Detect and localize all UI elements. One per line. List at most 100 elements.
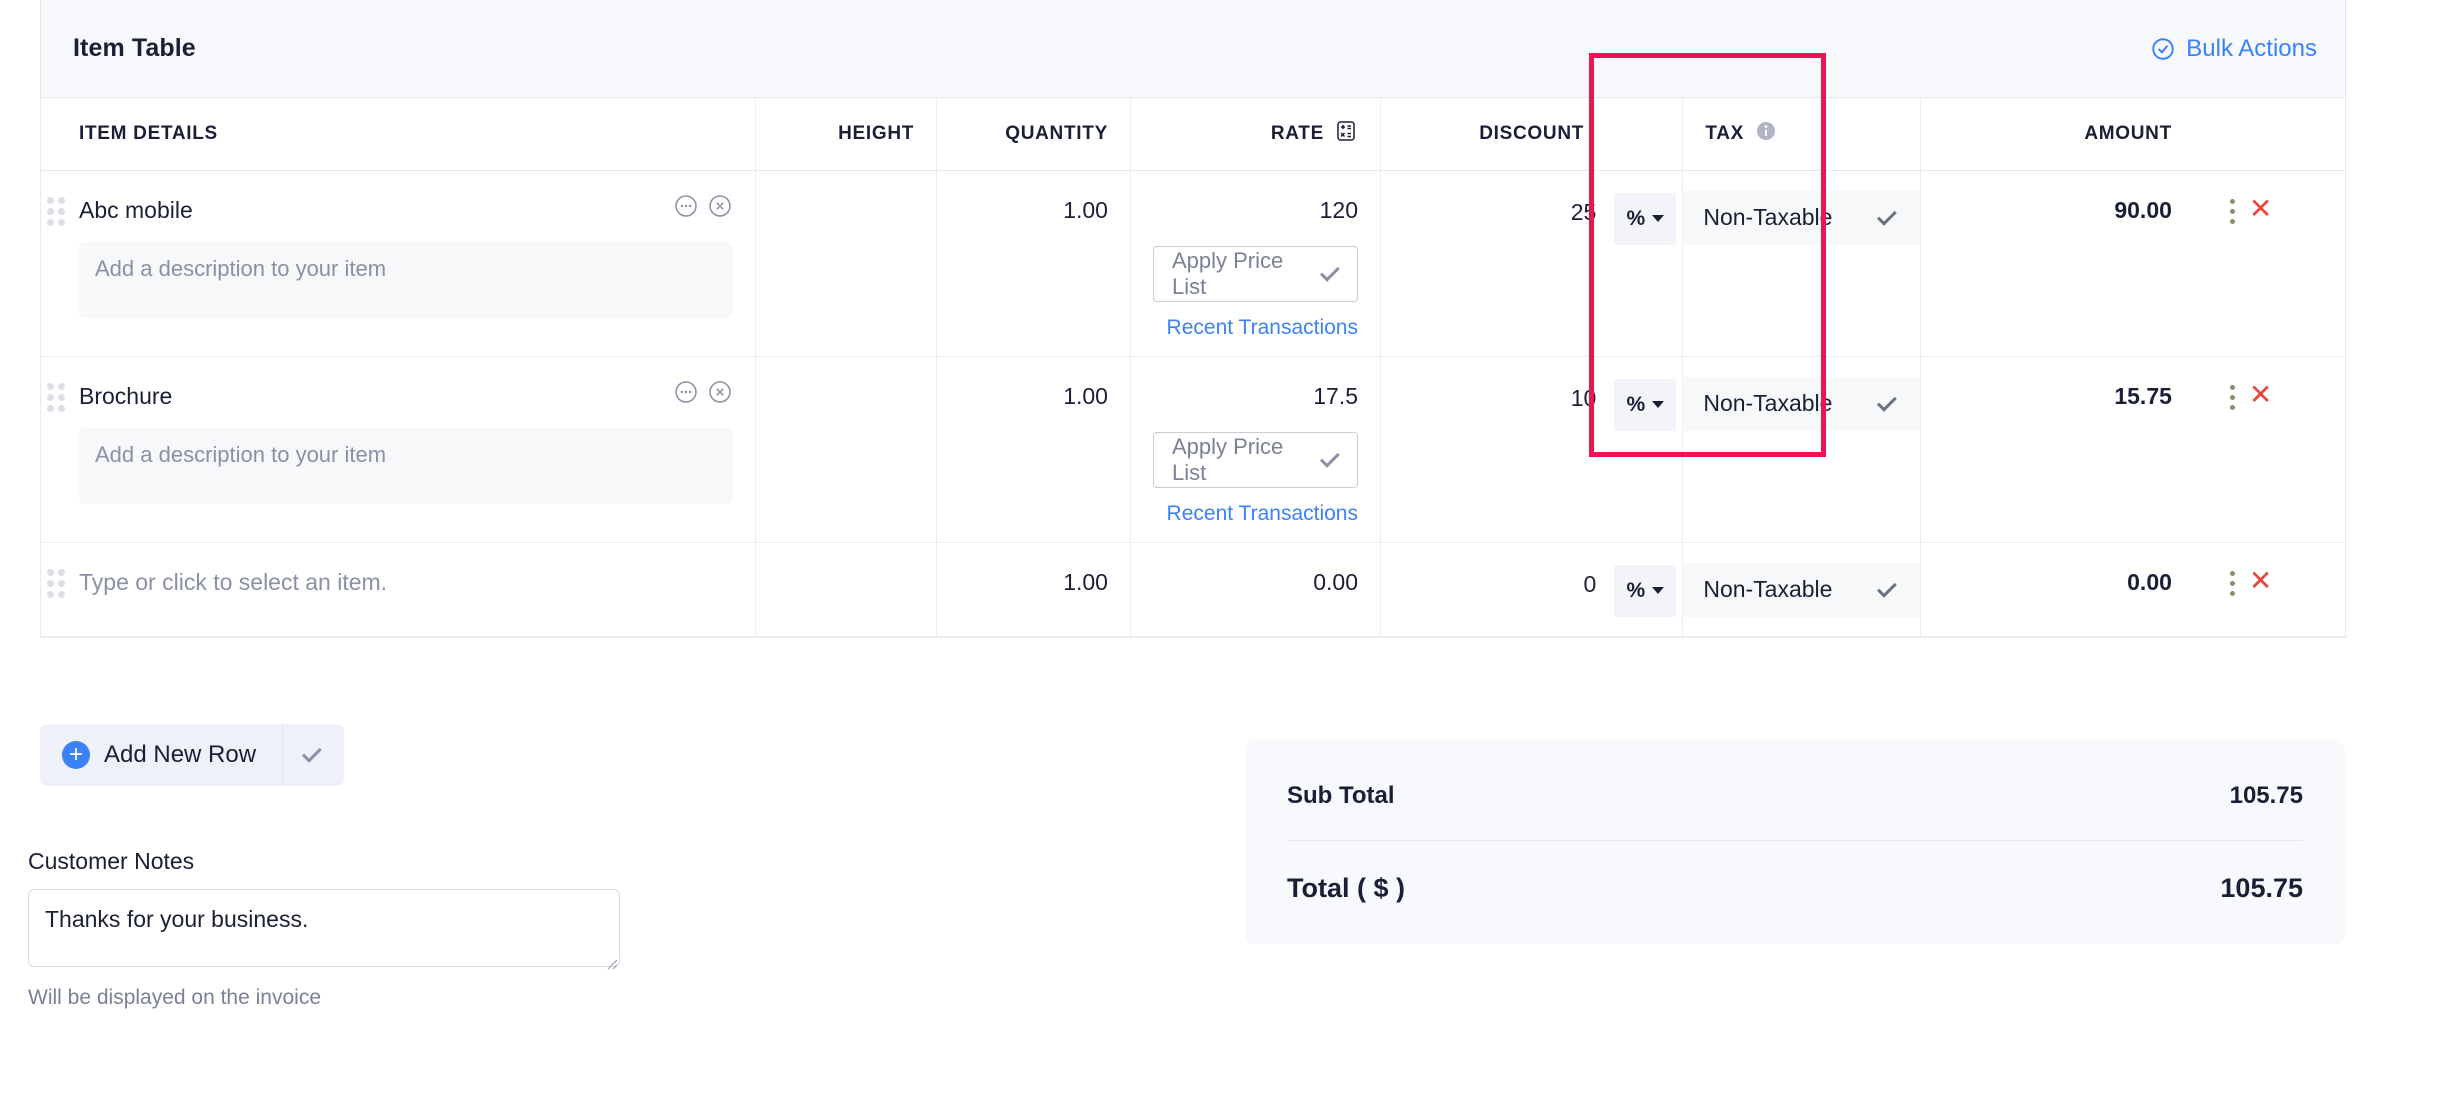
rate-cell[interactable]: 0.00 xyxy=(1130,542,1381,637)
discount-cell[interactable]: 0 % xyxy=(1380,542,1684,637)
recent-transactions-link[interactable]: Recent Transactions xyxy=(1153,316,1358,340)
total-label: Total ( $ ) xyxy=(1287,873,1405,903)
item-description-input[interactable]: Add a description to your item xyxy=(79,428,733,505)
ellipsis-circle-icon[interactable] xyxy=(673,379,699,405)
rate-cell[interactable]: 120 Apply Price List Recent Transactions xyxy=(1130,170,1381,357)
quantity-cell[interactable]: 1.00 xyxy=(936,170,1131,357)
item-select-input[interactable]: Type or click to select an item. xyxy=(79,565,733,597)
discount-unit-label: % xyxy=(1626,578,1646,602)
column-header-item-details: ITEM DETAILS xyxy=(41,98,756,171)
quantity-value: 1.00 xyxy=(1063,382,1108,409)
sub-total-row: Sub Total 105.75 xyxy=(1287,774,2303,840)
tax-select[interactable]: Non-Taxable xyxy=(1683,190,1920,245)
bulk-actions-label: Bulk Actions xyxy=(2186,34,2317,62)
add-new-row-button[interactable]: + Add New Row xyxy=(40,724,282,786)
discount-unit-label: % xyxy=(1626,392,1646,416)
vertical-dots-icon[interactable] xyxy=(2229,195,2235,224)
drag-handle-icon[interactable] xyxy=(47,196,69,227)
tax-select[interactable]: Non-Taxable xyxy=(1683,376,1920,431)
item-name[interactable]: Brochure xyxy=(79,379,172,411)
discount-unit-select[interactable]: % xyxy=(1614,192,1677,245)
close-circle-icon[interactable] xyxy=(707,379,733,405)
table-header-row: ITEM DETAILS HEIGHT QUANTITY RATE DISCOU… xyxy=(41,98,2345,171)
apply-price-list-select[interactable]: Apply Price List xyxy=(1152,431,1358,488)
recent-transactions-link[interactable]: Recent Transactions xyxy=(1153,502,1358,526)
info-icon[interactable] xyxy=(1754,119,1778,149)
check-circle-icon xyxy=(2150,36,2176,62)
chevron-down-icon xyxy=(1876,391,1897,412)
quantity-value: 1.00 xyxy=(1063,196,1108,223)
amount-value: 15.75 xyxy=(2114,382,2172,409)
close-circle-icon[interactable] xyxy=(707,193,733,219)
add-new-row-group: + Add New Row xyxy=(40,724,345,786)
item-details-cell: Abc mobile Add a description to your ite… xyxy=(41,170,756,357)
vertical-dots-icon[interactable] xyxy=(2229,567,2235,596)
table-row: Type or click to select an item. 1.00 0.… xyxy=(41,542,2345,637)
column-header-discount: DISCOUNT xyxy=(1380,98,1684,171)
item-table-header: Item Table Bulk Actions xyxy=(41,0,2345,98)
amount-cell: 90.00 xyxy=(1920,170,2220,357)
row-actions-cell: ✕ xyxy=(2219,356,2345,543)
apply-price-list-select[interactable]: Apply Price List xyxy=(1152,245,1358,302)
quantity-cell[interactable]: 1.00 xyxy=(936,356,1131,543)
total-value: 105.75 xyxy=(2220,873,2303,903)
height-cell[interactable] xyxy=(755,542,938,637)
chevron-down-icon xyxy=(1876,577,1897,598)
item-details-cell: Brochure Add a description to your item xyxy=(41,356,756,543)
apply-price-list-label: Apply Price List xyxy=(1171,433,1284,485)
drag-handle-icon[interactable] xyxy=(47,568,69,599)
chevron-down-icon xyxy=(301,742,322,763)
customer-notes-input[interactable] xyxy=(28,889,620,967)
tax-select[interactable]: Non-Taxable xyxy=(1683,562,1920,617)
item-name[interactable]: Abc mobile xyxy=(79,193,193,225)
add-new-row-dropdown-button[interactable] xyxy=(282,724,344,786)
tax-value: Non-Taxable xyxy=(1703,204,1833,230)
close-x-icon[interactable]: ✕ xyxy=(2249,194,2272,223)
total-row: Total ( $ ) 105.75 xyxy=(1287,841,2303,914)
height-cell[interactable] xyxy=(755,170,938,357)
close-x-icon[interactable]: ✕ xyxy=(2249,566,2272,595)
ellipsis-circle-icon[interactable] xyxy=(673,193,699,219)
rate-cell[interactable]: 17.5 Apply Price List Recent Transaction… xyxy=(1130,356,1381,543)
customer-notes-label: Customer Notes xyxy=(28,848,195,874)
discount-cell[interactable]: 25 % xyxy=(1380,170,1684,357)
height-cell[interactable] xyxy=(755,356,938,543)
add-new-row-label: Add New Row xyxy=(104,741,257,768)
quantity-value: 1.00 xyxy=(1063,568,1108,595)
tax-cell[interactable]: Non-Taxable xyxy=(1682,170,1921,357)
amount-cell: 15.75 xyxy=(1920,356,2220,543)
tax-cell[interactable]: Non-Taxable xyxy=(1682,542,1921,637)
discount-unit-label: % xyxy=(1626,206,1646,230)
discount-unit-select[interactable]: % xyxy=(1614,378,1677,431)
discount-value[interactable]: 10 xyxy=(1571,379,1615,412)
table-row: Abc mobile Add a description to your ite… xyxy=(41,170,2345,357)
caret-down-icon xyxy=(1652,401,1665,408)
discount-cell[interactable]: 10 % xyxy=(1380,356,1684,543)
discount-unit-select[interactable]: % xyxy=(1614,564,1677,617)
chevron-down-icon xyxy=(1876,205,1897,226)
column-header-tax: TAX xyxy=(1682,98,1921,171)
column-header-actions xyxy=(2219,98,2345,171)
calculator-icon[interactable] xyxy=(1334,119,1358,149)
column-header-rate: RATE xyxy=(1130,98,1381,171)
height-value xyxy=(756,543,936,569)
page-title: Item Table xyxy=(73,34,196,62)
discount-value[interactable]: 25 xyxy=(1571,193,1615,226)
bulk-actions-button[interactable]: Bulk Actions xyxy=(2150,35,2317,63)
discount-value[interactable]: 0 xyxy=(1584,565,1615,598)
vertical-dots-icon[interactable] xyxy=(2229,381,2235,410)
tax-cell[interactable]: Non-Taxable xyxy=(1682,356,1921,543)
column-header-amount: AMOUNT xyxy=(1920,98,2220,171)
item-description-input[interactable]: Add a description to your item xyxy=(79,242,733,319)
amount-value: 0.00 xyxy=(2127,568,2172,595)
rate-value: 17.5 xyxy=(1313,382,1358,409)
amount-value: 90.00 xyxy=(2114,196,2172,223)
close-x-icon[interactable]: ✕ xyxy=(2249,380,2272,409)
item-table-page: Item Table Bulk Actions ITEM DETAILS HEI… xyxy=(0,0,2446,1108)
totals-panel: Sub Total 105.75 Total ( $ ) 105.75 xyxy=(1245,740,2345,944)
height-value xyxy=(756,357,936,383)
item-details-cell: Type or click to select an item. xyxy=(41,542,756,637)
drag-handle-icon[interactable] xyxy=(47,382,69,413)
quantity-cell[interactable]: 1.00 xyxy=(936,542,1131,637)
column-header-height: HEIGHT xyxy=(755,98,938,171)
